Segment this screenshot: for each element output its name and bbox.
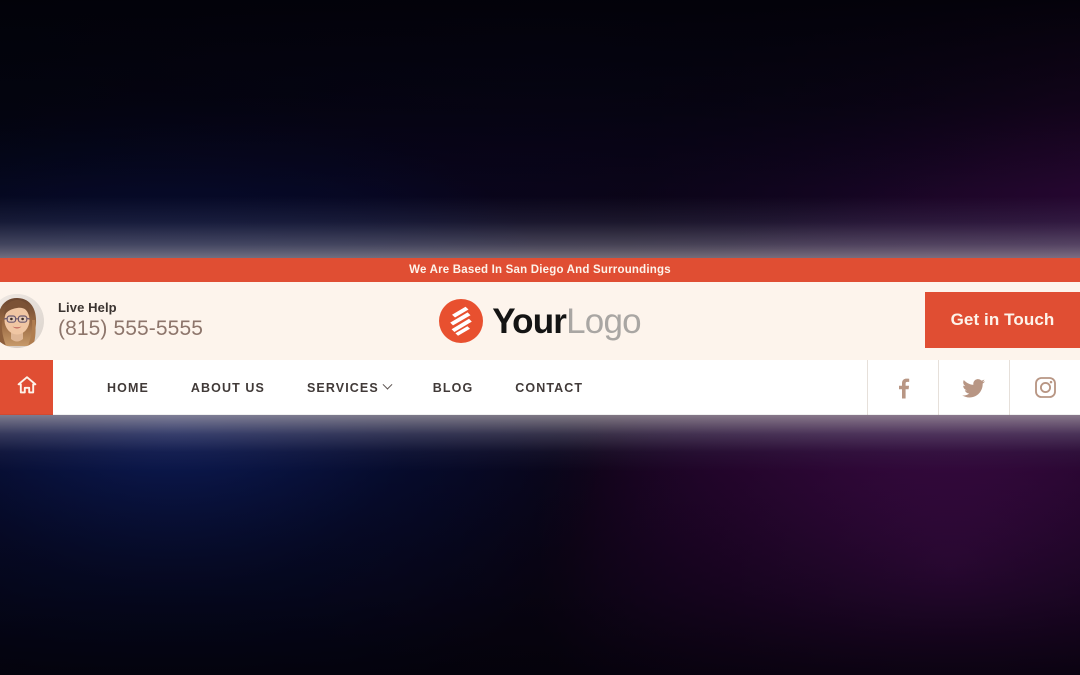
announcement-text: We Are Based In San Diego And Surroundin… <box>409 264 671 276</box>
nav-item-contact[interactable]: CONTACT <box>494 381 604 395</box>
facebook-icon <box>893 377 913 399</box>
nav-item-label: SERVICES <box>306 380 379 395</box>
instagram-icon <box>1034 376 1057 399</box>
page-root: We Are Based In San Diego And Surroundin… <box>0 0 1080 675</box>
social-links <box>867 360 1080 415</box>
nav-item-label: BLOG <box>432 380 474 395</box>
twitter-link[interactable] <box>938 360 1009 415</box>
background-bottom-shade <box>0 470 1080 675</box>
background-haze-below-nav <box>0 415 1080 471</box>
nav-item-services[interactable]: SERVICES <box>286 379 412 395</box>
nav-item-blog[interactable]: BLOG <box>412 381 495 395</box>
instagram-link[interactable] <box>1009 360 1080 415</box>
logo-wordmark: YourLogo <box>492 304 641 339</box>
announcement-bar: We Are Based In San Diego And Surroundin… <box>0 258 1080 282</box>
site-header: Live Help (815) 555-5555 YourLogo Get in… <box>0 282 1080 360</box>
home-icon <box>16 374 38 401</box>
live-help-contact[interactable]: Live Help (815) 555-5555 <box>0 282 203 360</box>
nav-item-label: ABOUT US <box>190 380 265 395</box>
live-help-label: Live Help <box>58 299 117 315</box>
twitter-icon <box>962 377 986 399</box>
background-haze-above-header <box>0 196 1080 258</box>
logo-primary-text: Your <box>492 301 567 341</box>
get-in-touch-button[interactable]: Get in Touch <box>925 292 1080 348</box>
home-button[interactable] <box>0 360 53 415</box>
logo-secondary-text: Logo <box>566 301 641 341</box>
nav-item-home[interactable]: HOME <box>86 381 170 395</box>
avatar <box>0 294 44 348</box>
contact-text-block: Live Help (815) 555-5555 <box>58 299 203 341</box>
chevron-down-icon <box>382 379 393 390</box>
background-top-shade <box>0 0 1080 190</box>
nav-item-about-us[interactable]: ABOUT US <box>170 381 286 395</box>
nav-bottom-divider <box>0 414 1080 415</box>
nav-item-label: CONTACT <box>515 380 584 395</box>
nav-item-label: HOME <box>107 380 149 395</box>
phone-number[interactable]: (815) 555-5555 <box>58 317 203 341</box>
nav-link-list: HOME ABOUT US SERVICES BLOG CONTACT <box>86 360 604 415</box>
facebook-link[interactable] <box>867 360 938 415</box>
main-navigation: HOME ABOUT US SERVICES BLOG CONTACT <box>0 360 1080 415</box>
logo[interactable]: YourLogo <box>439 299 642 343</box>
orange-circle-s-logo-icon <box>439 299 484 343</box>
